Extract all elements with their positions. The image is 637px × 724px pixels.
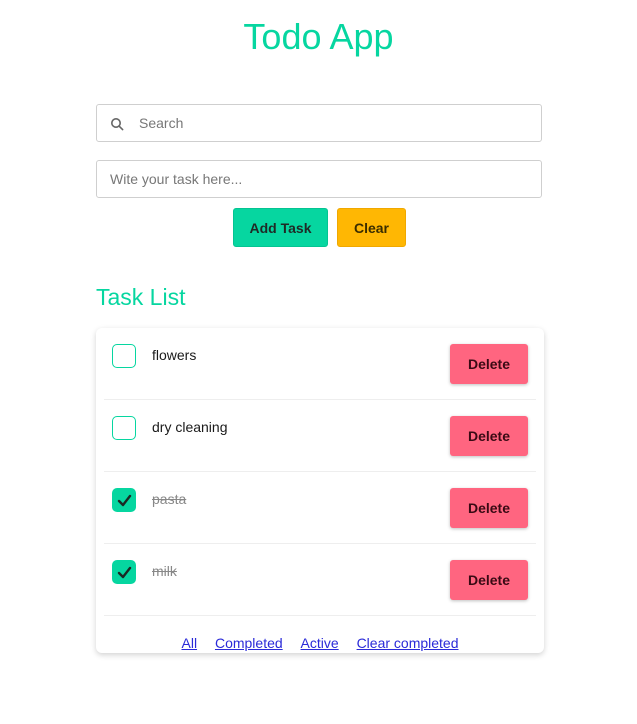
filter-links: All Completed Active Clear completed <box>96 634 544 652</box>
task-row: milk Delete <box>104 544 536 616</box>
check-icon <box>117 566 132 579</box>
filter-all-link[interactable]: All <box>182 635 198 651</box>
app-title: Todo App <box>243 16 394 57</box>
clear-button[interactable]: Clear <box>337 208 406 247</box>
task-checkbox[interactable] <box>112 416 136 440</box>
delete-button[interactable]: Delete <box>450 416 528 456</box>
task-label: dry cleaning <box>152 419 228 435</box>
filter-active-link[interactable]: Active <box>301 635 339 651</box>
add-task-button[interactable]: Add Task <box>233 208 328 247</box>
task-row: flowers Delete <box>104 328 536 400</box>
search-icon <box>111 118 124 131</box>
task-row: pasta Delete <box>104 472 536 544</box>
delete-button[interactable]: Delete <box>450 560 528 600</box>
task-row: dry cleaning Delete <box>104 400 536 472</box>
task-checkbox[interactable] <box>112 488 136 512</box>
check-icon <box>117 494 132 507</box>
task-checkbox[interactable] <box>112 344 136 368</box>
task-label: pasta <box>152 491 187 507</box>
task-label: flowers <box>152 347 197 363</box>
task-label: milk <box>152 563 177 579</box>
search-input[interactable] <box>139 105 529 141</box>
task-list-title: Task List <box>96 284 186 310</box>
delete-button[interactable]: Delete <box>450 344 528 384</box>
task-input[interactable] <box>96 160 542 198</box>
task-list-card: flowers Delete dry cleaning Delete pasta… <box>96 328 544 653</box>
search-box[interactable] <box>96 104 542 142</box>
task-checkbox[interactable] <box>112 560 136 584</box>
filter-completed-link[interactable]: Completed <box>215 635 283 651</box>
clear-completed-link[interactable]: Clear completed <box>357 635 459 651</box>
delete-button[interactable]: Delete <box>450 488 528 528</box>
